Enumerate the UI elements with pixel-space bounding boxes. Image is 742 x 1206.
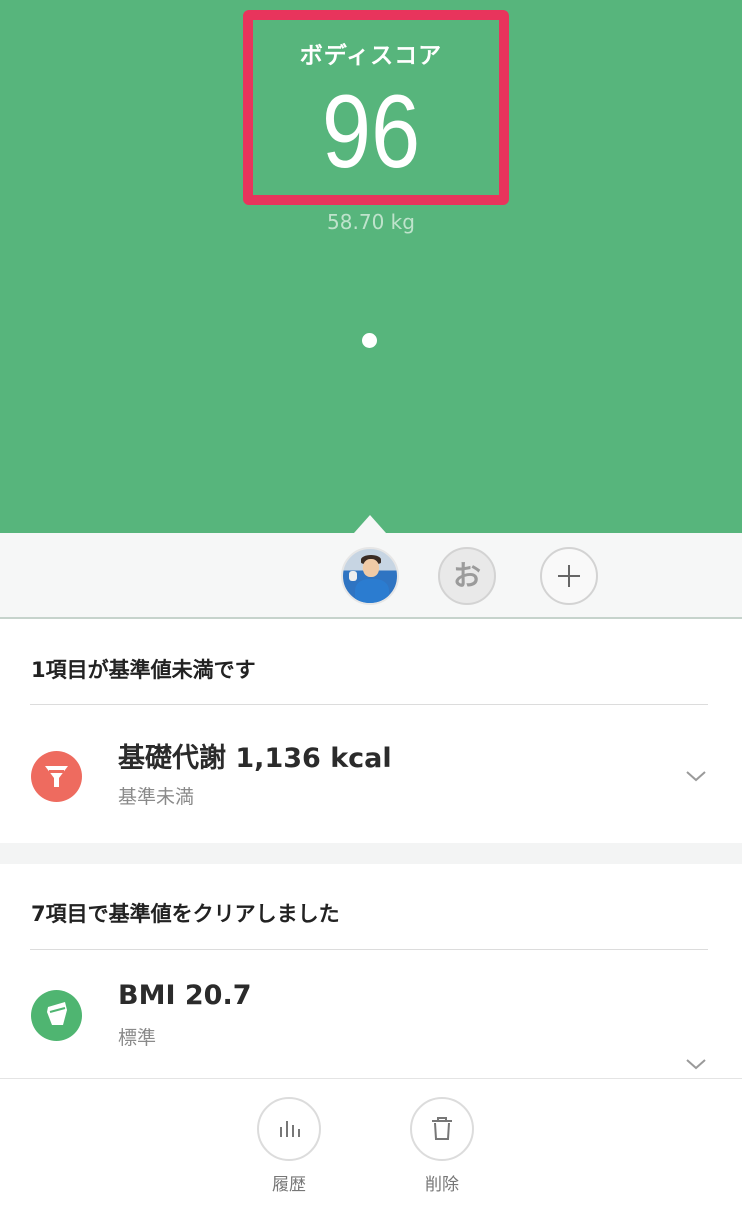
score-label: ボディスコア — [299, 43, 443, 69]
bottom-toolbar: 履歴 削除 — [0, 1078, 742, 1206]
section-title: 1項目が基準値未満です — [31, 658, 256, 682]
divider — [30, 704, 708, 705]
history-label: 履歴 — [272, 1175, 306, 1195]
body-score-header: ボディスコア 96 58.70 kg — [0, 0, 742, 533]
divider — [30, 949, 708, 950]
add-user-button[interactable] — [540, 547, 598, 605]
weight-value: 58.70 kg — [327, 210, 415, 234]
section-gap — [0, 843, 742, 864]
user-switcher: お — [0, 515, 742, 619]
cleared-section: 7項目で基準値をクリアしました BMI 20.7 標準 — [0, 864, 742, 1076]
history-button[interactable]: 履歴 — [256, 1097, 322, 1195]
chevron-down-icon[interactable] — [686, 1054, 706, 1074]
section-title: 7項目で基準値をクリアしました — [31, 902, 340, 926]
delete-button[interactable]: 削除 — [409, 1097, 475, 1195]
score-value: 96 — [321, 74, 421, 190]
metric-name: 基礎代謝 1,136 kcal — [118, 743, 392, 774]
delete-label: 削除 — [425, 1175, 459, 1195]
trash-icon[interactable] — [410, 1097, 474, 1161]
below-standard-section: 1項目が基準値未満です 基礎代謝 1,136 kcal 基準未満 — [0, 621, 742, 843]
current-user-avatar[interactable] — [341, 547, 399, 605]
metric-status: 標準 — [118, 1027, 157, 1049]
metric-status: 基準未満 — [118, 786, 195, 808]
avatar-hand — [349, 571, 357, 581]
avatar-face — [363, 559, 379, 577]
metric-name: BMI 20.7 — [118, 980, 252, 1011]
chevron-down-icon[interactable] — [686, 766, 706, 786]
funnel-icon — [31, 751, 82, 802]
page-indicator-dot[interactable] — [362, 333, 377, 348]
bar-chart-icon[interactable] — [257, 1097, 321, 1161]
avatar-body — [355, 579, 389, 603]
cup-icon — [31, 990, 82, 1041]
second-user-avatar[interactable]: お — [438, 547, 496, 605]
